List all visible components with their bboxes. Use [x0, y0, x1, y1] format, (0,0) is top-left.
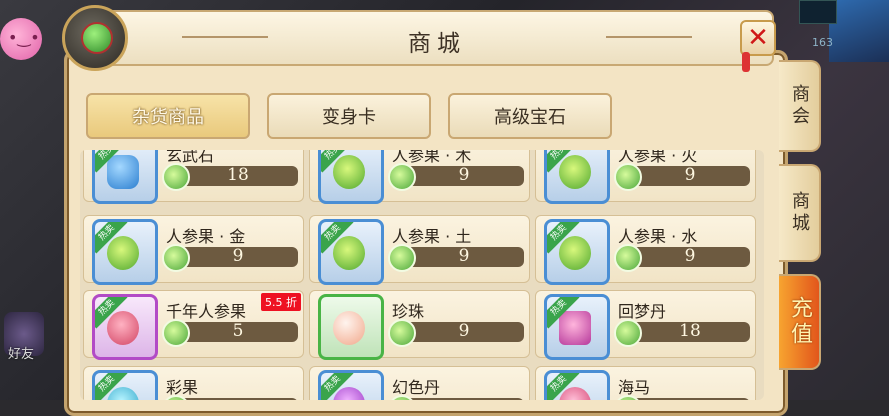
- pearl-icon: [333, 311, 365, 345]
- shop-item[interactable]: 热卖 回梦丹 18: [535, 290, 756, 360]
- shop-item[interactable]: 热卖 人参果 · 火9: [535, 150, 756, 204]
- shop-item[interactable]: 热卖 千年人参果 5 5.5 折: [83, 290, 304, 360]
- tab-groceries[interactable]: 杂货商品: [86, 93, 250, 139]
- jade-stone-icon: [107, 155, 139, 189]
- side-tab-mall[interactable]: 商城: [779, 164, 821, 262]
- item-price: 9: [232, 246, 244, 266]
- item-price: 9: [684, 165, 696, 185]
- jade-coin-icon: [614, 244, 642, 272]
- item-icon-frame[interactable]: 热卖: [318, 370, 384, 400]
- title-ornament-right: [606, 36, 692, 38]
- jade-coin-icon: [162, 244, 190, 272]
- shop-item[interactable]: 热卖 人参果 · 水9: [535, 215, 756, 285]
- item-icon-frame[interactable]: 热卖: [92, 219, 158, 285]
- item-price: 18: [679, 321, 701, 341]
- item-icon-frame[interactable]: 热卖: [544, 294, 610, 360]
- ginseng-fruit-icon: [107, 236, 139, 270]
- side-tab-guild[interactable]: 商会: [779, 60, 821, 152]
- shop-item[interactable]: 热卖 人参果 · 金9: [83, 215, 304, 285]
- ginseng-fruit-icon: [559, 236, 591, 270]
- friend-label: 好友: [8, 347, 35, 362]
- hero-portrait[interactable]: [829, 0, 889, 62]
- jade-coin-icon: [388, 244, 416, 272]
- gem-icon: [81, 22, 113, 54]
- item-name: 珍珠: [392, 302, 425, 321]
- close-icon: ✕: [747, 23, 769, 53]
- shop-item[interactable]: 热卖 幻色丹: [309, 366, 530, 400]
- pet-face-icon: •‿•: [8, 28, 40, 47]
- jade-coin-icon: [388, 319, 416, 347]
- shop-item[interactable]: 热卖 人参果 · 土9: [309, 215, 530, 285]
- shop-item[interactable]: 热卖 海马: [535, 366, 756, 400]
- item-grid: 热卖 玄武石 18 热卖 人参果 · 木 9 热卖 人参果 · 火 9 热卖 人参果 · 金 9 热卖人…: [80, 150, 764, 400]
- status-bar: [799, 0, 837, 24]
- shop-item[interactable]: 热卖 玄武石 18: [83, 150, 304, 204]
- item-icon-frame[interactable]: 热卖: [544, 150, 610, 204]
- jade-coin-icon: [162, 163, 190, 191]
- shop-item[interactable]: 珍珠 9: [309, 290, 530, 360]
- page-title: 商城: [408, 31, 466, 57]
- item-icon-frame[interactable]: 热卖: [92, 294, 158, 360]
- shop-item[interactable]: 热卖 彩果: [83, 366, 304, 400]
- close-button[interactable]: ✕: [740, 20, 776, 56]
- item-price: 9: [458, 321, 470, 341]
- item-icon-frame[interactable]: 热卖: [544, 370, 610, 400]
- jade-coin-icon: [614, 163, 642, 191]
- item-icon-frame[interactable]: 热卖: [318, 219, 384, 285]
- discount-badge: 5.5 折: [261, 293, 301, 311]
- item-price: 9: [458, 246, 470, 266]
- item-icon-frame[interactable]: 热卖: [92, 370, 158, 400]
- item-name: 海马: [618, 378, 651, 397]
- item-price: 9: [458, 165, 470, 185]
- jade-coin-icon: [162, 319, 190, 347]
- item-price: 9: [684, 246, 696, 266]
- side-tab-recharge[interactable]: 充值: [779, 274, 821, 370]
- item-price: 5: [232, 321, 244, 341]
- peach-fruit-icon: [107, 311, 139, 345]
- ginseng-fruit-icon: [333, 236, 365, 270]
- status-value: 163: [812, 36, 833, 49]
- item-icon-frame[interactable]: 热卖: [544, 219, 610, 285]
- jade-coin-icon: [614, 319, 642, 347]
- item-icon-frame[interactable]: 热卖: [92, 150, 158, 204]
- shop-item[interactable]: 热卖 人参果 · 木9: [309, 150, 530, 204]
- ginseng-fruit-icon: [333, 155, 365, 189]
- tab-transform-card[interactable]: 变身卡: [267, 93, 431, 139]
- lantern-icon: [742, 52, 750, 72]
- item-name: 彩果: [166, 378, 199, 397]
- item-icon-frame[interactable]: 热卖: [318, 150, 384, 204]
- shop-emblem-icon: [62, 5, 128, 71]
- tab-advanced-gems[interactable]: 高级宝石: [448, 93, 612, 139]
- title-bar: 商城: [100, 10, 774, 66]
- ginseng-fruit-icon: [559, 155, 591, 189]
- treasure-chest-icon: [559, 311, 591, 345]
- jade-coin-icon: [388, 163, 416, 191]
- item-price: 18: [227, 165, 249, 185]
- item-icon-frame[interactable]: [318, 294, 384, 360]
